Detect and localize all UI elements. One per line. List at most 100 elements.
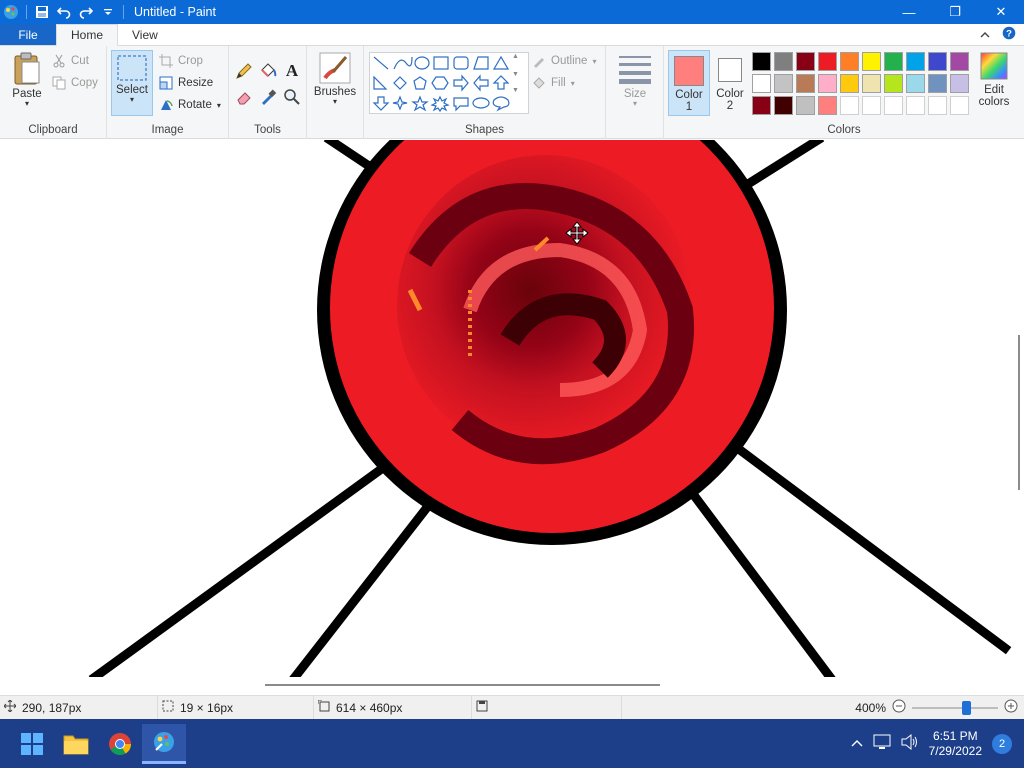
palette-color-swatch[interactable] xyxy=(796,52,815,71)
palette-color-swatch[interactable] xyxy=(884,74,903,93)
palette-color-swatch[interactable] xyxy=(774,74,793,93)
palette-color-swatch[interactable] xyxy=(862,52,881,71)
network-icon[interactable] xyxy=(873,734,891,753)
palette-color-swatch[interactable] xyxy=(774,52,793,71)
close-button[interactable]: ✕ xyxy=(978,0,1024,24)
palette-color-swatch[interactable] xyxy=(752,74,771,93)
volume-icon[interactable] xyxy=(901,733,919,753)
palette-color-swatch[interactable] xyxy=(752,52,771,71)
image-group-label: Image xyxy=(151,124,184,136)
tab-file[interactable]: File xyxy=(0,24,56,45)
eraser-icon[interactable] xyxy=(235,88,253,106)
colors-group-label: Colors xyxy=(827,124,861,136)
palette-color-swatch[interactable] xyxy=(774,96,793,115)
palette-color-swatch[interactable] xyxy=(950,96,969,115)
palette-color-swatch[interactable] xyxy=(862,74,881,93)
customize-quick-access-icon[interactable] xyxy=(97,0,119,24)
undo-icon[interactable] xyxy=(53,0,75,24)
redo-icon[interactable] xyxy=(75,0,97,24)
edit-colors-label: Edit xyxy=(984,84,1004,96)
color1-button[interactable]: Color 1 xyxy=(668,50,710,116)
file-explorer-button[interactable] xyxy=(54,724,98,764)
palette-color-swatch[interactable] xyxy=(906,52,925,71)
paint-app-icon[interactable] xyxy=(0,0,22,24)
palette-color-swatch[interactable] xyxy=(928,96,947,115)
text-tool-icon[interactable]: A xyxy=(283,60,301,80)
palette-color-swatch[interactable] xyxy=(818,52,837,71)
fill-icon xyxy=(532,76,546,90)
start-button[interactable] xyxy=(10,724,54,764)
ribbon: Paste ▾ Cut Copy Clipboard Select ▾ Crop… xyxy=(0,46,1024,139)
resize-button[interactable]: Resize xyxy=(159,76,213,90)
copy-button[interactable]: Copy xyxy=(52,76,98,90)
tab-home[interactable]: Home xyxy=(56,24,119,46)
paint-taskbar-button[interactable] xyxy=(142,723,186,764)
zoom-in-icon[interactable] xyxy=(1004,699,1018,716)
palette-color-swatch[interactable] xyxy=(862,96,881,115)
zoom-slider[interactable] xyxy=(912,700,998,715)
paste-button[interactable]: Paste ▾ xyxy=(8,52,46,108)
crop-button[interactable]: Crop xyxy=(159,54,203,68)
palette-color-swatch[interactable] xyxy=(818,74,837,93)
palette-color-swatch[interactable] xyxy=(928,74,947,93)
help-icon[interactable]: ? xyxy=(1002,26,1016,43)
palette-color-swatch[interactable] xyxy=(840,96,859,115)
tab-view[interactable]: View xyxy=(118,24,172,45)
ribbon-options: ? xyxy=(980,24,1024,45)
chevron-down-icon: ▾ xyxy=(216,100,221,110)
vertical-scroll-thumb[interactable] xyxy=(1018,335,1020,490)
horizontal-scroll-thumb[interactable] xyxy=(265,684,660,686)
chrome-button[interactable] xyxy=(98,724,142,764)
maximize-button[interactable]: ❐ xyxy=(932,0,978,24)
vertical-scrollbar[interactable] xyxy=(1014,140,1024,677)
save-icon[interactable] xyxy=(31,0,53,24)
shapes-gallery-icons xyxy=(372,55,510,113)
clock-date: 7/29/2022 xyxy=(928,743,982,758)
selection-size-text: 19 × 16px xyxy=(180,700,234,715)
zoom-slider-thumb[interactable] xyxy=(962,700,972,715)
brushes-button[interactable]: Brushes ▾ xyxy=(313,52,357,106)
horizontal-scrollbar[interactable] xyxy=(0,677,1024,695)
clock[interactable]: 6:51 PM 7/29/2022 xyxy=(929,729,982,759)
outline-button[interactable]: Outline ▾ xyxy=(532,54,596,68)
size-button[interactable]: Size ▾ xyxy=(614,54,656,108)
palette-color-swatch[interactable] xyxy=(796,74,815,93)
shapes-gallery-scroll[interactable]: ▲ ▼ ▼ xyxy=(512,52,524,114)
color2-button[interactable]: Color 2 xyxy=(714,50,746,116)
minimize-button[interactable]: — xyxy=(886,0,932,24)
collapse-ribbon-icon[interactable] xyxy=(980,28,990,42)
file-size xyxy=(472,695,622,720)
color-picker-icon[interactable] xyxy=(259,88,277,106)
rotate-button[interactable]: Rotate ▾ xyxy=(159,98,221,112)
expand-gallery-icon[interactable]: ▼ xyxy=(512,86,524,96)
palette-color-swatch[interactable] xyxy=(906,74,925,93)
palette-color-swatch[interactable] xyxy=(752,96,771,115)
palette-color-swatch[interactable] xyxy=(884,52,903,71)
edit-colors-button[interactable]: Edit colors xyxy=(976,52,1012,108)
palette-color-swatch[interactable] xyxy=(818,96,837,115)
pencil-icon[interactable] xyxy=(235,62,253,80)
palette-color-swatch[interactable] xyxy=(796,96,815,115)
magnifier-icon[interactable] xyxy=(283,88,301,106)
zoom-out-icon[interactable] xyxy=(892,699,906,716)
palette-color-swatch[interactable] xyxy=(840,52,859,71)
scroll-up-icon[interactable]: ▲ xyxy=(512,52,524,62)
fill-label: Fill xyxy=(551,77,566,89)
scroll-down-icon[interactable]: ▼ xyxy=(512,70,524,80)
fill-button[interactable]: Fill ▾ xyxy=(532,76,575,90)
shapes-gallery[interactable] xyxy=(369,52,529,114)
select-button[interactable]: Select ▾ xyxy=(111,50,153,116)
palette-color-swatch[interactable] xyxy=(840,74,859,93)
drawing-canvas[interactable] xyxy=(0,140,1014,677)
cut-button[interactable]: Cut xyxy=(52,54,89,68)
clock-time: 6:51 PM xyxy=(932,728,978,743)
show-hidden-icons-icon[interactable] xyxy=(851,737,863,751)
notification-badge[interactable]: 2 xyxy=(992,733,1012,754)
fill-bucket-icon[interactable] xyxy=(259,62,277,80)
palette-color-swatch[interactable] xyxy=(950,74,969,93)
palette-color-swatch[interactable] xyxy=(928,52,947,71)
palette-color-swatch[interactable] xyxy=(950,52,969,71)
palette-color-swatch[interactable] xyxy=(906,96,925,115)
svg-text:?: ? xyxy=(1006,29,1012,40)
palette-color-swatch[interactable] xyxy=(884,96,903,115)
